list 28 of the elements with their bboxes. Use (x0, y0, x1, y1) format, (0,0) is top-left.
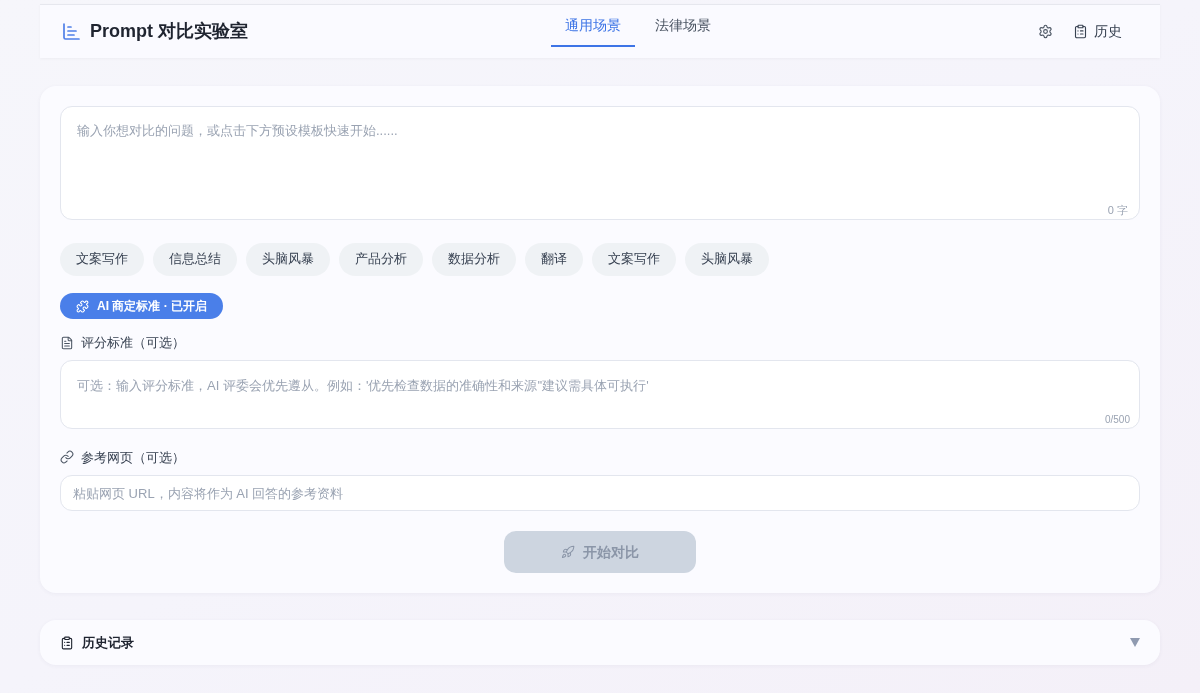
template-chip[interactable]: 头脑风暴 (246, 243, 330, 276)
puzzle-icon (76, 299, 89, 313)
ai-criteria-toggle[interactable]: AI 商定标准 · 已开启 (60, 293, 223, 319)
template-chip[interactable]: 头脑风暴 (685, 243, 769, 276)
template-chip[interactable]: 文案写作 (592, 243, 676, 276)
url-field[interactable]: 粘贴网页 URL，内容将作为 AI 回答的参考资料 (60, 475, 1140, 511)
history-panel-title: 历史记录 (82, 633, 134, 652)
clipboard-icon (60, 635, 74, 650)
history-panel[interactable]: 历史记录 (40, 620, 1160, 665)
clipboard-icon (1073, 24, 1088, 39)
scenario-tab[interactable]: 法律场景 (640, 4, 725, 47)
rocket-icon (561, 545, 575, 559)
link-icon (60, 450, 74, 465)
template-chip[interactable]: 产品分析 (339, 243, 423, 276)
history-button[interactable]: 历史 (1069, 21, 1126, 42)
settings-icon (1038, 24, 1053, 39)
template-chip[interactable]: 文案写作 (60, 243, 144, 276)
chart-icon (63, 23, 80, 40)
template-chip[interactable]: 翻译 (525, 243, 583, 276)
criteria-label: 评分标准（可选） (81, 334, 185, 352)
char-counter: 0/500 (1104, 412, 1130, 427)
char-counter: 0 字 (1107, 202, 1128, 218)
template-chip[interactable]: 数据分析 (432, 243, 516, 276)
reference-label: 参考网页（可选） (81, 448, 185, 467)
scenario-tab[interactable]: 通用场景 (550, 4, 635, 47)
document-icon (60, 335, 74, 350)
app-title: Prompt 对比实验室 (90, 20, 248, 43)
template-chip[interactable]: 信息总结 (153, 243, 237, 276)
